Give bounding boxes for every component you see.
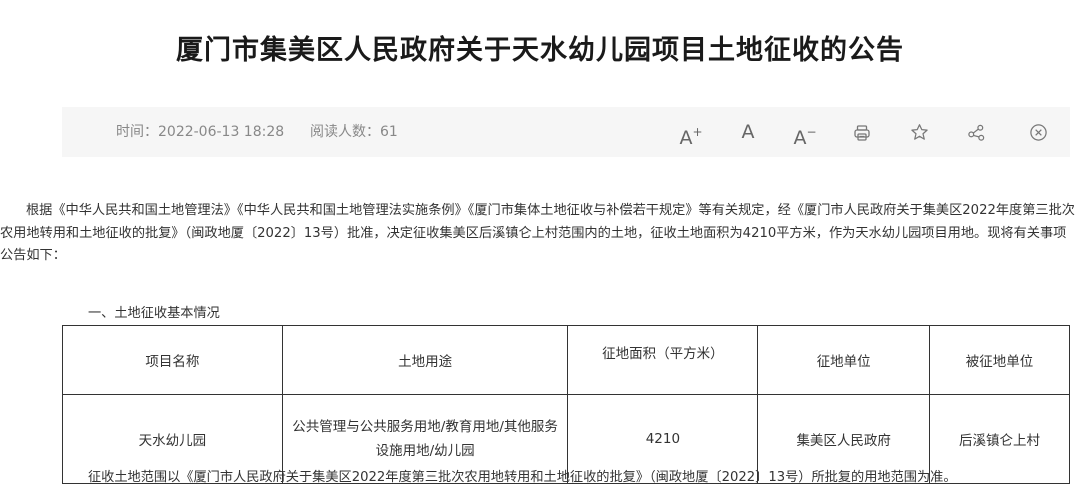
section-heading: 一、土地征收基本情况 [88,306,220,321]
table-header-cell: 征地单位 [757,325,931,395]
table-header-cell: 被征地单位 [929,325,1070,395]
share-icon [967,124,984,141]
close-button[interactable] [1023,107,1053,157]
article-body: 根据《中华人民共和国土地管理法》《中华人民共和国土地管理法实施条例》《厦门市集体… [0,200,1075,268]
font-decrease-button[interactable]: A− [790,107,820,157]
publish-time: 时间：2022-06-13 18:28 [116,124,285,140]
font-decrease-label: A [793,127,807,149]
font-normal-label: A [741,121,755,143]
font-increase-sup: + [692,125,703,139]
footer-paragraph: 征收土地范围以《厦门市人民政府关于集美区2022年度第三批次农用地转用和土地征收… [88,470,957,485]
page: 厦门市集美区人民政府关于天水幼儿园项目土地征收的公告 时间：2022-06-13… [0,0,1080,485]
page-title: 厦门市集美区人民政府关于天水幼儿园项目土地征收的公告 [176,35,904,66]
font-increase-button[interactable]: A+ [676,107,706,157]
print-icon [854,124,870,141]
font-normal-button[interactable]: A [733,107,763,157]
close-icon [1029,124,1047,141]
read-count: 阅读人数：61 [310,124,398,140]
article-toolbar: 时间：2022-06-13 18:28 阅读人数：61 A+ A A− [62,107,1070,157]
paragraph: 根据《中华人民共和国土地管理法》《中华人民共和国土地管理法实施条例》《厦门市集体… [0,203,1075,263]
font-increase-label: A [679,127,693,149]
table-header-row: 项目名称 土地用途 征地面积（平方米） 征地单位 被征地单位 [62,325,1070,395]
share-button[interactable] [961,107,991,157]
table-header-cell: 项目名称 [62,325,283,395]
table-header-cell: 土地用途 [281,325,569,395]
land-info-table: 项目名称 土地用途 征地面积（平方米） 征地单位 被征地单位 天水幼儿园 公共管… [62,325,1070,484]
table-header-cell: 征地面积（平方米） [567,325,759,395]
star-icon [910,124,928,140]
favorite-button[interactable] [904,107,934,157]
print-button[interactable] [847,107,877,157]
font-decrease-sup: − [806,125,817,139]
